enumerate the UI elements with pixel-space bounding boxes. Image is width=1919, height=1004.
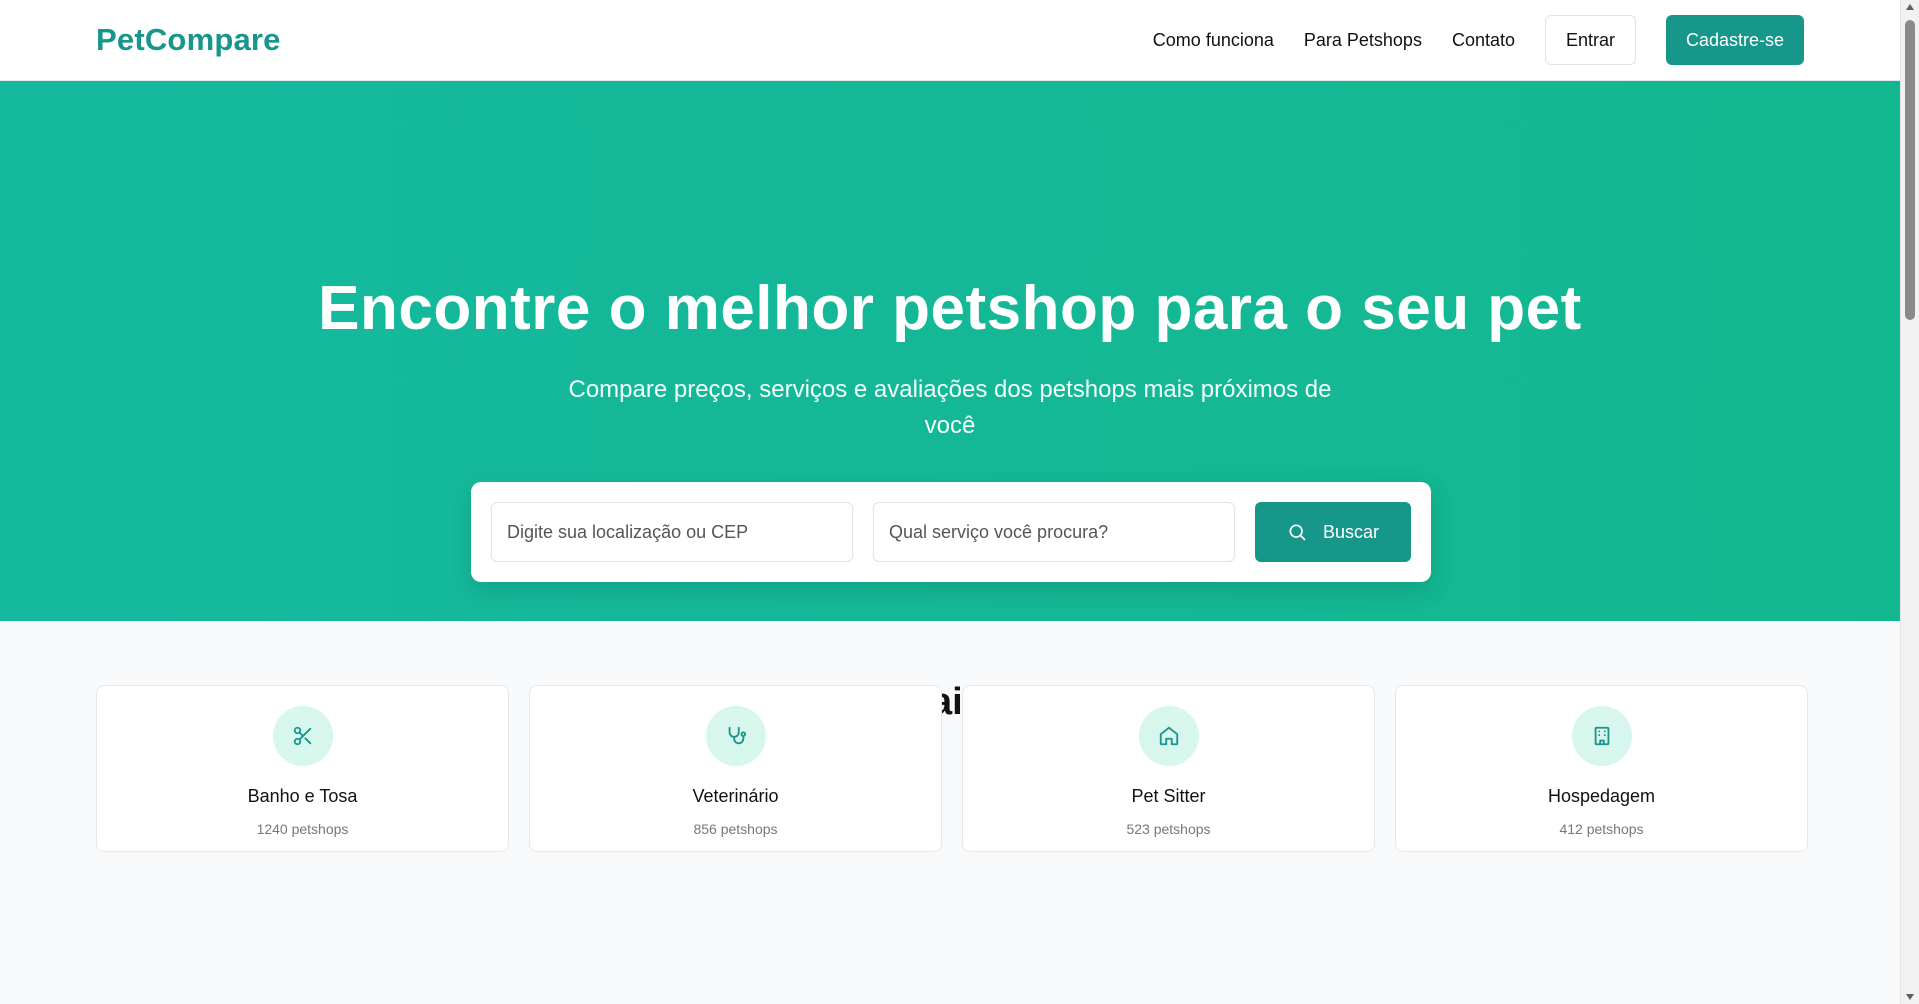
service-name: Pet Sitter xyxy=(1131,786,1206,806)
scroll-down-icon[interactable] xyxy=(1906,994,1914,1000)
signup-button[interactable]: Cadastre-se xyxy=(1666,15,1804,65)
scissors-icon-wrap xyxy=(272,706,333,766)
main-nav: Como funciona Para Petshops Contato Entr… xyxy=(1153,15,1804,65)
page: PetCompare Como funciona Para Petshops C… xyxy=(0,0,1900,1004)
building-icon xyxy=(1594,726,1609,746)
nav-link-contato[interactable]: Contato xyxy=(1452,30,1515,51)
service-name: Banho e Tosa xyxy=(247,786,358,806)
service-name: Veterinário xyxy=(692,786,779,806)
search-icon xyxy=(1289,524,1306,541)
service-card-hospedagem[interactable]: Hospedagem 412 petshops xyxy=(1395,685,1808,852)
search-button-label: Buscar xyxy=(1322,521,1380,542)
stethoscope-icon xyxy=(728,726,746,745)
home-icon xyxy=(1159,726,1178,746)
scroll-up-icon[interactable] xyxy=(1906,4,1914,10)
scroll-thumb[interactable] xyxy=(1905,20,1915,320)
search-button[interactable]: Buscar xyxy=(1255,502,1411,562)
service-card-pet-sitter[interactable]: Pet Sitter 523 petshops xyxy=(962,685,1375,852)
search-card: Buscar xyxy=(471,482,1431,582)
page-scrollbar[interactable] xyxy=(1900,0,1919,1004)
service-name: Hospedagem xyxy=(1547,786,1656,806)
service-count: 856 petshops xyxy=(693,821,778,837)
services-card-row: Banho e Tosa 1240 petshops Veterinário 8… xyxy=(96,685,1808,852)
service-input[interactable] xyxy=(873,502,1235,562)
scissors-icon xyxy=(293,726,311,746)
hero-subtitle: Compare preços, serviços e avaliações do… xyxy=(568,376,1332,439)
location-input[interactable] xyxy=(491,502,853,562)
logo[interactable]: PetCompare xyxy=(96,22,281,58)
service-count: 523 petshops xyxy=(1126,821,1211,837)
stethoscope-icon-wrap xyxy=(705,706,766,766)
login-button[interactable]: Entrar xyxy=(1545,15,1636,65)
service-count: 1240 petshops xyxy=(256,821,349,837)
hero-title: Encontre o melhor petshop para o seu pet xyxy=(318,274,1582,343)
service-card-veterinario[interactable]: Veterinário 856 petshops xyxy=(529,685,942,852)
service-count: 412 petshops xyxy=(1559,821,1644,837)
nav-link-como-funciona[interactable]: Como funciona xyxy=(1153,30,1274,51)
building-icon-wrap xyxy=(1571,706,1632,766)
nav-link-para-petshops[interactable]: Para Petshops xyxy=(1304,30,1422,51)
home-icon-wrap xyxy=(1138,706,1199,766)
hero-section: Encontre o melhor petshop para o seu pet… xyxy=(0,81,1900,621)
service-card-banho-e-tosa[interactable]: Banho e Tosa 1240 petshops xyxy=(96,685,509,852)
top-header: PetCompare Como funciona Para Petshops C… xyxy=(0,0,1900,81)
